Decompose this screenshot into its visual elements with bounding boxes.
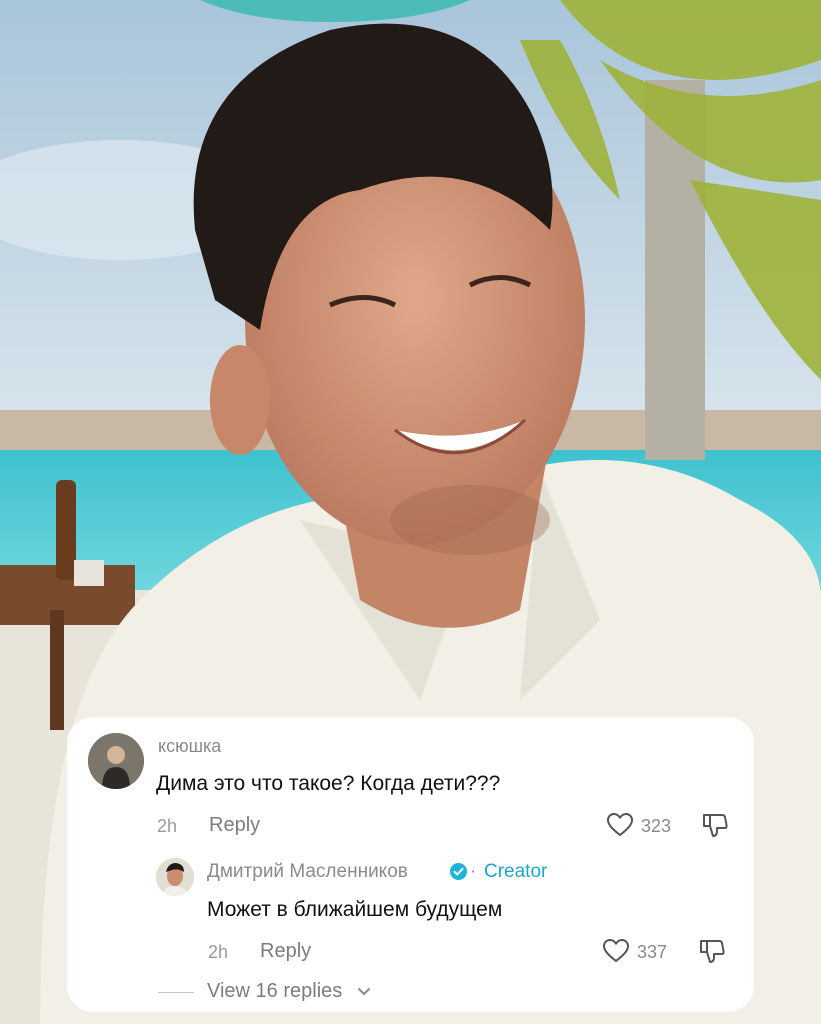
heart-icon[interactable]	[606, 812, 634, 838]
comment-card: ксюшка Дима это что такое? Когда дети???…	[67, 717, 754, 1012]
reply-to-reply-button[interactable]: Reply	[260, 940, 311, 963]
comment-text: Дима это что такое? Когда дети???	[156, 772, 501, 795]
comment-time: 2h	[157, 816, 178, 836]
dislike-icon[interactable]	[698, 938, 726, 964]
reply-like-count: 337	[637, 942, 668, 962]
commenter-username[interactable]: ксюшка	[158, 736, 221, 757]
commenter-avatar[interactable]	[88, 733, 144, 789]
creator-avatar[interactable]	[156, 858, 194, 896]
view-replies-button[interactable]: View 16 replies	[207, 980, 342, 1003]
like-count: 323	[641, 816, 672, 836]
creator-label: Creator	[484, 861, 548, 882]
replies-divider	[158, 992, 194, 993]
creator-separator: ·	[470, 861, 477, 882]
dislike-icon[interactable]	[701, 812, 729, 838]
creator-username[interactable]: Дмитрий Масленников	[207, 861, 408, 883]
heart-icon[interactable]	[602, 938, 630, 964]
verified-badge-icon	[450, 863, 467, 880]
reply-text: Может в ближайшем будущем	[207, 898, 503, 921]
chevron-down-icon[interactable]	[357, 987, 371, 997]
reply-time: 2h	[208, 942, 229, 962]
reply-button[interactable]: Reply	[209, 814, 260, 837]
